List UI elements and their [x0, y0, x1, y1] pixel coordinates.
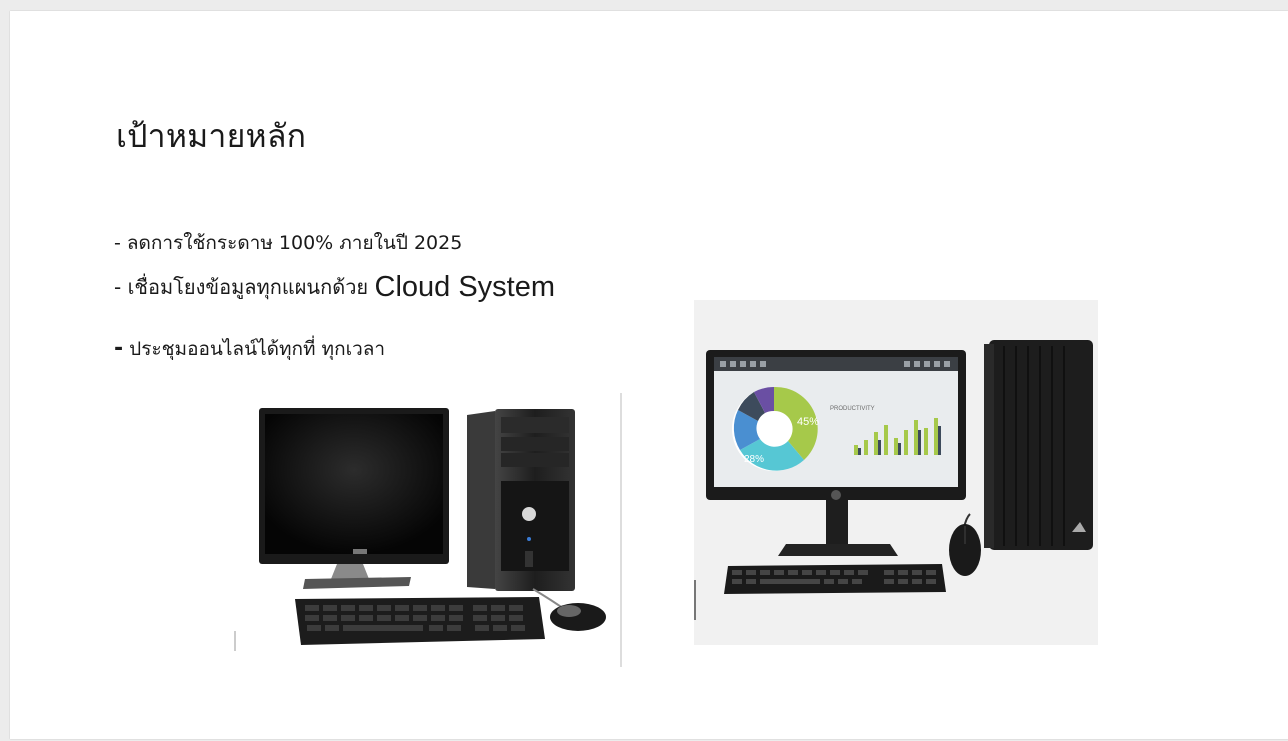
desktop-computer-illustration-right: 45% 28% PRODUCTIVITY: [694, 300, 1098, 645]
bullet-online-meeting: - ประชุมออนไลน์ได้ทุกที่ ทุกเวลา: [114, 334, 385, 364]
bullet-online-meeting-text: ประชุมออนไลน์ได้ทุกที่ ทุกเวลา: [123, 338, 386, 360]
bullet-dash: -: [114, 336, 124, 361]
desktop-computer-image-left: [233, 391, 623, 667]
bullet-cloud-system: - เชื่อมโยงข้อมูลทุกแผนกด้วย Cloud Syste…: [114, 271, 555, 304]
chart-label-productivity: PRODUCTIVITY: [830, 406, 875, 412]
bullet-cloud-system-text: - เชื่อมโยงข้อมูลทุกแผนกด้วย: [114, 275, 369, 299]
chart-label-28: 28%: [744, 454, 764, 465]
desktop-computer-image-right: 45% 28% PRODUCTIVITY: [694, 300, 1098, 645]
bullet-reduce-paper: - ลดการใช้กระดาษ 100% ภายในปี 2025: [114, 232, 463, 254]
bullet-cloud-system-highlight: Cloud System: [374, 271, 556, 303]
slide-title: เป้าหมายหลัก: [116, 117, 307, 155]
desktop-computer-illustration-left: [233, 391, 623, 667]
slide: เป้าหมายหลัก - ลดการใช้กระดาษ 100% ภายใน…: [10, 11, 1288, 739]
chart-label-45: 45%: [797, 416, 819, 428]
